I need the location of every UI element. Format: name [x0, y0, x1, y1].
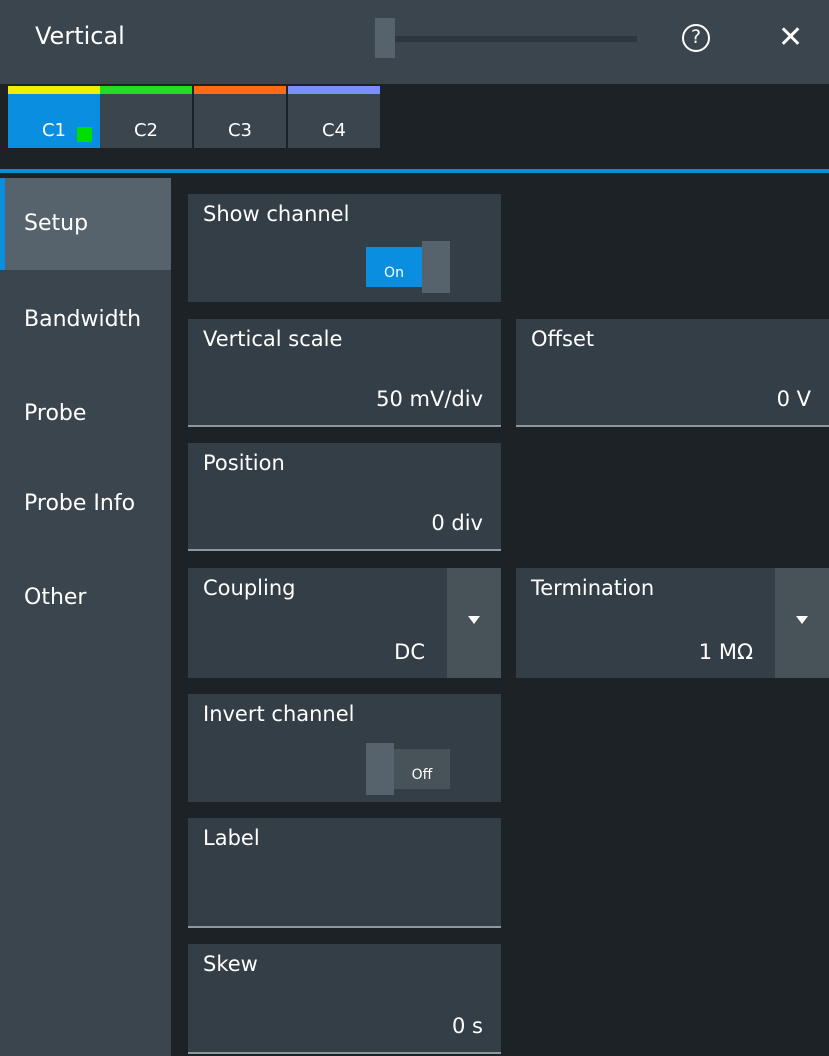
offset-label: Offset: [531, 327, 595, 351]
vertical-scale-label: Vertical scale: [203, 327, 343, 351]
termination-dropdown[interactable]: Termination 1 MΩ: [516, 568, 829, 678]
active-channel-marker: [77, 127, 92, 142]
tab-color-stripe: [288, 86, 380, 94]
coupling-dropdown[interactable]: Coupling DC: [188, 568, 501, 678]
invert-channel-panel: Invert channel Off: [188, 694, 501, 802]
termination-value: 1 MΩ: [698, 640, 753, 664]
tab-label: C3: [227, 120, 253, 141]
sidebar: Setup Bandwidth Probe Probe Info Other: [0, 178, 171, 1056]
show-channel-label: Show channel: [203, 202, 350, 226]
sidebar-item-bandwidth[interactable]: Bandwidth: [0, 274, 171, 366]
vertical-scale-value: 50 mV/div: [376, 387, 483, 411]
position-value: 0 div: [431, 511, 483, 535]
tab-label: C1: [41, 120, 67, 141]
tab-color-stripe: [100, 86, 192, 94]
termination-label: Termination: [531, 576, 655, 600]
show-channel-panel: Show channel On: [188, 194, 501, 302]
tab-color-stripe: [8, 86, 100, 94]
toggle-knob: [366, 743, 394, 795]
coupling-dropdown-button[interactable]: [447, 568, 501, 678]
tab-underline: [0, 169, 829, 173]
tab-label: C2: [133, 120, 159, 141]
tab-c2[interactable]: C2: [100, 86, 192, 148]
transparency-slider-track[interactable]: [375, 36, 637, 42]
sidebar-item-setup[interactable]: Setup: [0, 178, 171, 270]
help-icon[interactable]: ?: [682, 24, 710, 52]
tab-c4[interactable]: C4: [288, 86, 380, 148]
toggle-knob: [422, 241, 450, 293]
skew-field[interactable]: Skew 0 s: [188, 944, 501, 1054]
close-icon[interactable]: ✕: [778, 18, 803, 58]
invert-channel-label: Invert channel: [203, 702, 355, 726]
skew-value: 0 s: [452, 1014, 483, 1038]
label-label: Label: [203, 826, 260, 850]
dialog-title: Vertical: [35, 22, 125, 50]
chevron-down-icon: [796, 616, 808, 624]
skew-label: Skew: [203, 952, 258, 976]
tab-color-stripe: [194, 86, 286, 94]
transparency-slider-handle[interactable]: [375, 18, 395, 58]
termination-dropdown-button[interactable]: [775, 568, 829, 678]
title-bar: Vertical ? ✕: [0, 0, 829, 84]
toggle-state-on: On: [366, 247, 422, 287]
sidebar-item-probe[interactable]: Probe: [0, 368, 171, 460]
sidebar-item-other[interactable]: Other: [0, 552, 171, 644]
vertical-scale-field[interactable]: Vertical scale 50 mV/div: [188, 319, 501, 427]
chevron-down-icon: [468, 616, 480, 624]
show-channel-toggle[interactable]: On: [366, 241, 456, 293]
position-label: Position: [203, 451, 285, 475]
tab-label: C4: [321, 120, 347, 141]
tab-c1[interactable]: C1: [8, 86, 100, 148]
coupling-label: Coupling: [203, 576, 296, 600]
offset-value: 0 V: [776, 387, 811, 411]
sidebar-item-probe-info[interactable]: Probe Info: [0, 458, 171, 550]
invert-channel-toggle[interactable]: Off: [366, 743, 456, 795]
position-field[interactable]: Position 0 div: [188, 443, 501, 551]
tab-c3[interactable]: C3: [194, 86, 286, 148]
coupling-value: DC: [394, 640, 425, 664]
offset-field[interactable]: Offset 0 V: [516, 319, 829, 427]
toggle-state-off: Off: [394, 749, 450, 789]
label-field[interactable]: Label: [188, 818, 501, 928]
